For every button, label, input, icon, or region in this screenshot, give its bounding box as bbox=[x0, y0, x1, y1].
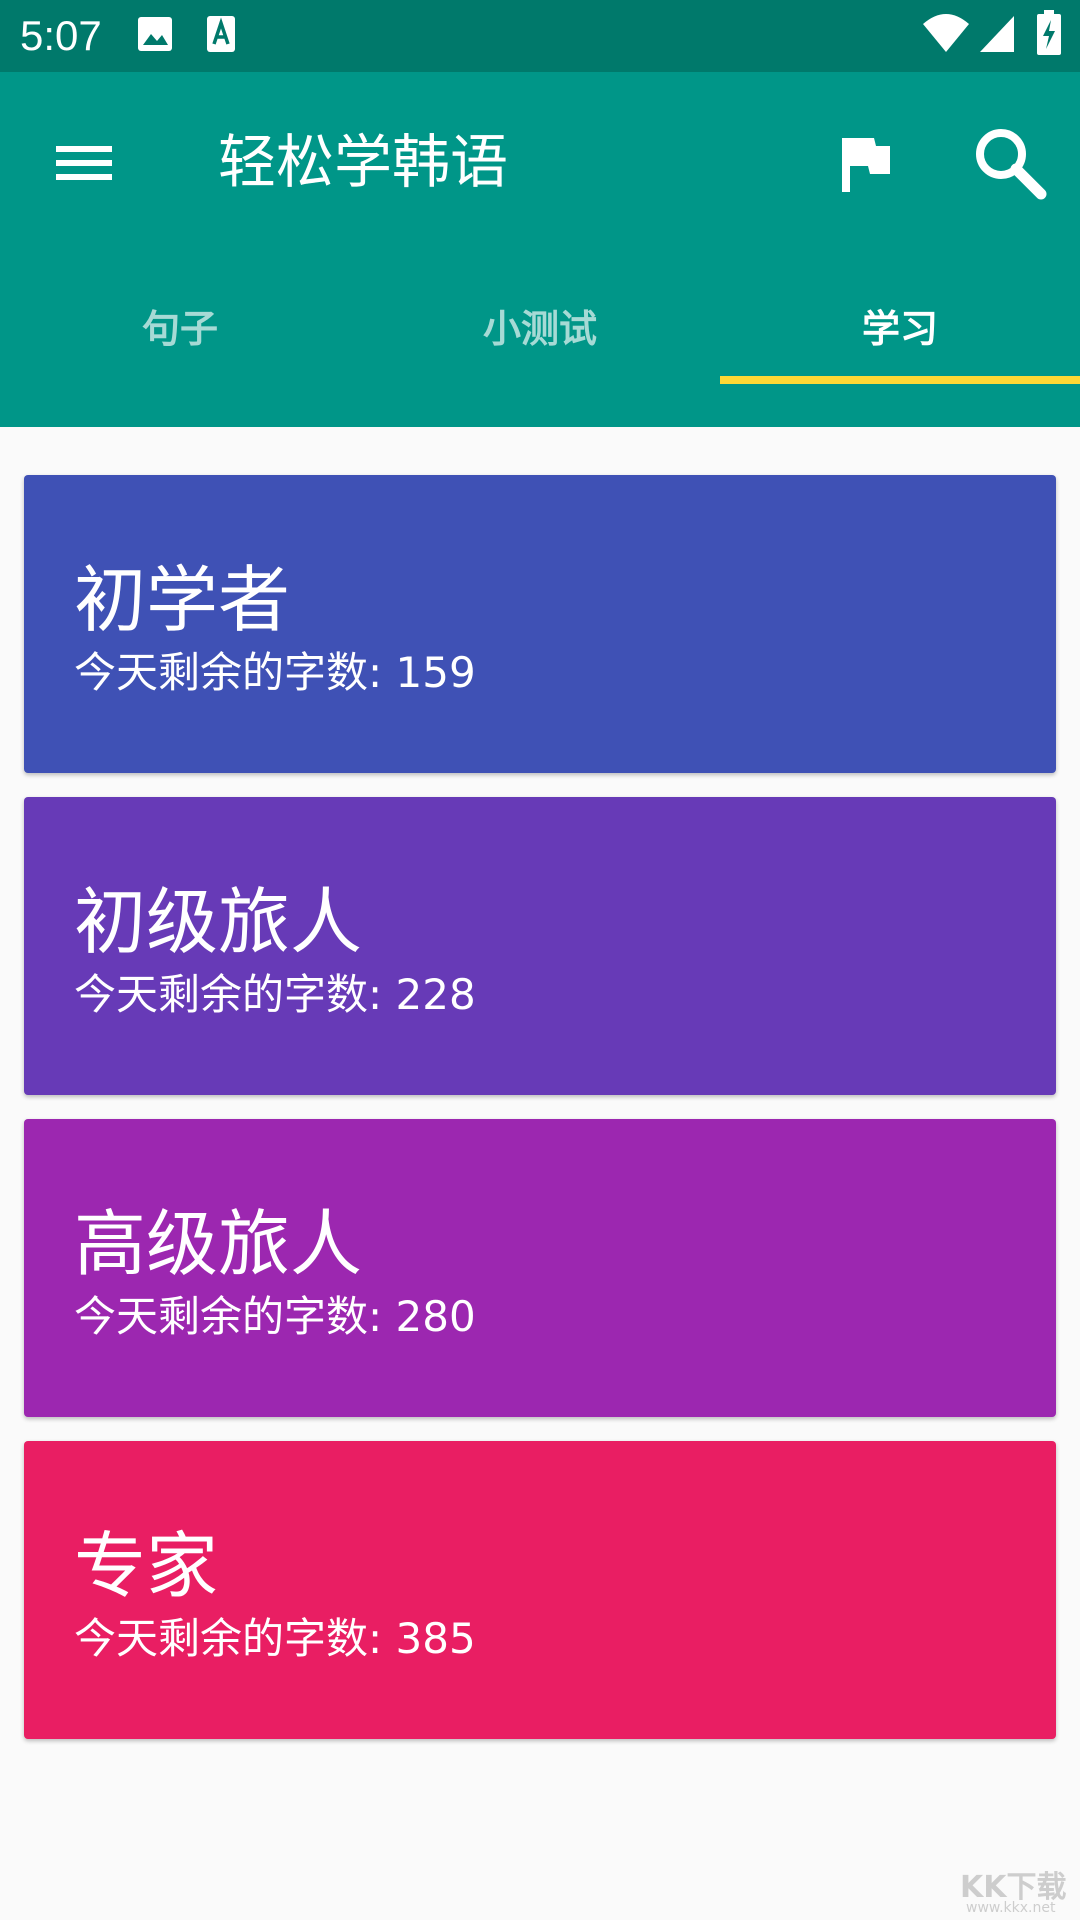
wifi-icon bbox=[922, 12, 970, 58]
words-remaining: 今天剩余的字数: 228 bbox=[74, 970, 476, 1019]
level-title: 初级旅人 bbox=[74, 880, 363, 964]
battery-charging-icon bbox=[1036, 10, 1062, 60]
status-time: 5:07 bbox=[20, 12, 102, 59]
words-remaining: 今天剩余的字数: 385 bbox=[74, 1614, 476, 1663]
tab-study[interactable]: 学习 bbox=[720, 277, 1080, 387]
search-icon bbox=[976, 129, 1047, 200]
signal-icon bbox=[978, 12, 1016, 58]
tab-sentences[interactable]: 句子 bbox=[0, 277, 360, 387]
menu-button[interactable] bbox=[50, 128, 120, 198]
watermark-url: www.kkx.net bbox=[966, 1900, 1056, 1916]
level-card-beginner[interactable]: 初学者 今天剩余的字数: 159 bbox=[24, 475, 1056, 773]
text-a-icon bbox=[205, 14, 237, 58]
tab-quiz[interactable]: 小测试 bbox=[360, 277, 720, 387]
level-card-expert[interactable]: 专家 今天剩余的字数: 385 bbox=[24, 1441, 1056, 1739]
app-title: 轻松学韩语 bbox=[218, 128, 509, 196]
image-icon bbox=[136, 14, 174, 58]
app-bar: 轻松学韩语 句子 小测试 学习 bbox=[0, 72, 1080, 427]
level-title: 专家 bbox=[74, 1524, 219, 1608]
flag-button[interactable] bbox=[830, 124, 900, 204]
level-card-senior-traveler[interactable]: 高级旅人 今天剩余的字数: 280 bbox=[24, 1119, 1056, 1417]
words-remaining: 今天剩余的字数: 159 bbox=[74, 648, 476, 697]
tab-indicator bbox=[720, 376, 1080, 384]
flag-icon bbox=[842, 138, 890, 192]
search-button[interactable] bbox=[965, 118, 1055, 208]
level-card-junior-traveler[interactable]: 初级旅人 今天剩余的字数: 228 bbox=[24, 797, 1056, 1095]
words-remaining: 今天剩余的字数: 280 bbox=[74, 1292, 476, 1341]
tab-bar: 句子 小测试 学习 bbox=[0, 277, 1080, 427]
status-bar: 5:07 bbox=[0, 0, 1080, 72]
level-title: 初学者 bbox=[74, 558, 291, 642]
watermark: KK下载 www.kkx.net bbox=[960, 1862, 1078, 1918]
menu-icon bbox=[56, 146, 112, 180]
level-title: 高级旅人 bbox=[74, 1202, 363, 1286]
